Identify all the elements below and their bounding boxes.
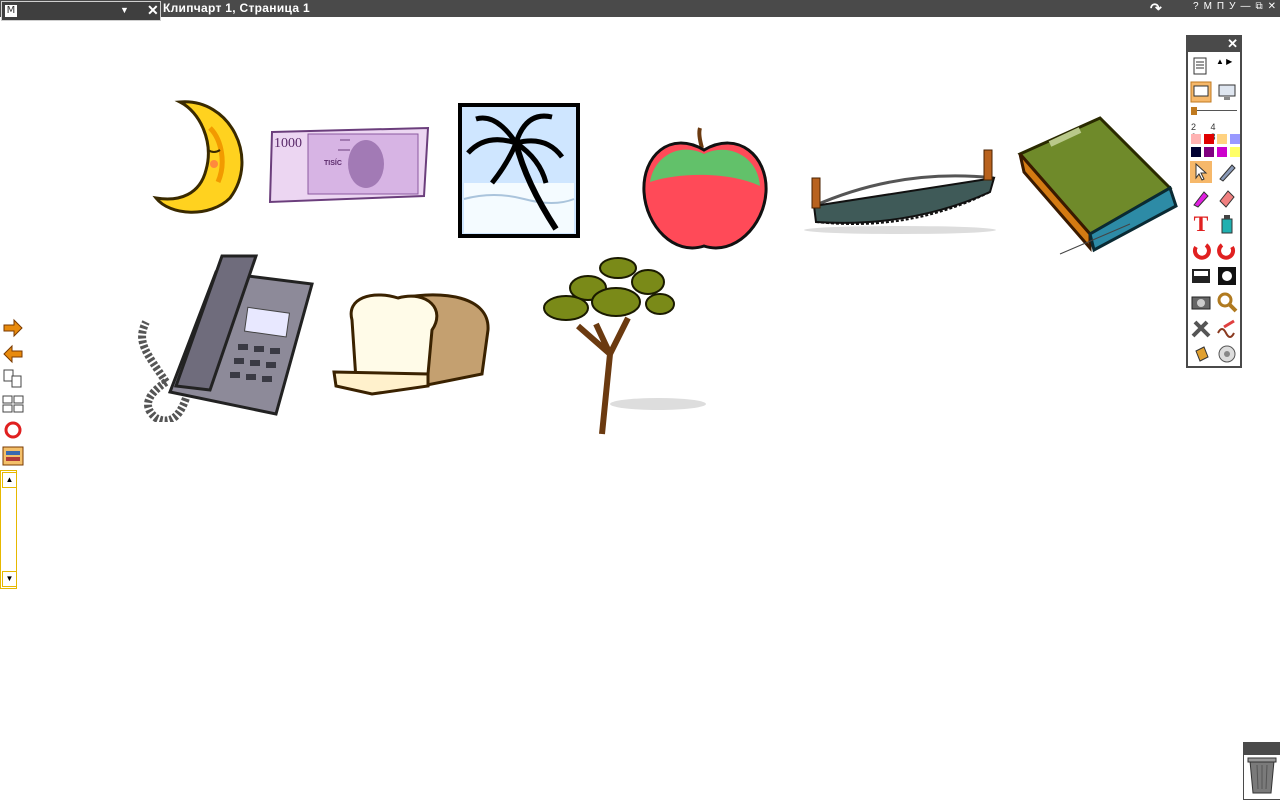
arrow-right-icon[interactable] [2, 318, 24, 338]
saw-clipart[interactable] [800, 148, 1004, 234]
screen-icon[interactable] [1216, 81, 1238, 103]
recorder-icon[interactable] [1216, 343, 1238, 365]
telephone-clipart[interactable] [126, 252, 316, 422]
chevron-down-icon[interactable]: ▼ [120, 5, 129, 15]
page-scrollbar[interactable]: ▲ ▼ [0, 470, 17, 589]
reveal-icon[interactable] [1190, 265, 1212, 287]
p-button[interactable]: П [1217, 1, 1224, 12]
undo-icon[interactable] [1190, 239, 1212, 261]
trash-bin[interactable] [1243, 742, 1280, 800]
opacity-slider[interactable] [1191, 107, 1237, 117]
moon-clipart[interactable] [150, 98, 252, 216]
insert-page-icon[interactable] [2, 368, 24, 388]
banknote-clipart[interactable]: 1000 TISÍC [268, 126, 432, 204]
palm-picture-clipart[interactable] [458, 103, 580, 238]
title-bar: Клипчарт 1, Страница 1 ↷ ? М П У — ⧉ ✕ [0, 0, 1280, 17]
tree-clipart[interactable] [538, 254, 708, 438]
color-swatch-lavender[interactable] [1230, 134, 1240, 144]
arrow-left-icon[interactable] [2, 344, 24, 364]
color-swatch-purple[interactable] [1204, 147, 1214, 157]
apple-clipart[interactable] [640, 126, 770, 256]
page-title: Клипчарт 1, Страница 1 [163, 1, 310, 15]
color-swatch-pink[interactable] [1191, 134, 1201, 144]
refresh-icon[interactable] [2, 420, 24, 440]
scroll-up-button[interactable]: ▲ [2, 472, 17, 488]
page-sorter-icon[interactable] [2, 394, 24, 414]
window-controls: ? М П У — ⧉ ✕ [1193, 1, 1276, 12]
help-button[interactable]: ? [1193, 1, 1199, 12]
color-swatch-peach[interactable] [1217, 134, 1227, 144]
camera-icon[interactable] [1190, 291, 1212, 313]
book-clipart[interactable] [1010, 114, 1178, 262]
m-button[interactable]: М [1204, 1, 1212, 12]
color-swatch-yellow[interactable] [1230, 147, 1240, 157]
paint-bucket-icon[interactable] [1190, 343, 1212, 365]
pen-icon[interactable] [1216, 161, 1238, 183]
resource-library-icon[interactable] [2, 446, 24, 466]
main-toolbox: ✕ ▲ ▶ 2 4 6 8 T [1186, 35, 1242, 368]
color-swatch-navy[interactable] [1191, 147, 1201, 157]
color-swatch-red[interactable] [1204, 134, 1214, 144]
close-icon[interactable]: ✕ [1227, 36, 1238, 52]
desktop-mode-icon[interactable] [1190, 81, 1212, 103]
app-icon: M [5, 5, 17, 17]
banknote-label: TISÍC [324, 160, 342, 167]
select-arrow-icon[interactable] [1190, 161, 1212, 183]
close-button[interactable]: ✕ [1268, 1, 1276, 12]
magnifier-icon[interactable] [1216, 291, 1238, 313]
highlighter-icon[interactable] [1190, 187, 1212, 209]
trash-header [1244, 743, 1280, 755]
minimize-button[interactable]: — [1240, 1, 1250, 12]
page-icon[interactable] [1190, 55, 1212, 77]
handwriting-icon[interactable] [1216, 317, 1238, 339]
banknote-denomination: 1000 [274, 136, 302, 151]
bread-clipart[interactable] [332, 290, 492, 398]
page-nav[interactable]: ▲ ▶ [1216, 57, 1232, 66]
u-button[interactable]: У [1229, 1, 1235, 12]
redo-icon[interactable] [1216, 239, 1238, 261]
redo-icon[interactable]: ↷ [1150, 0, 1162, 17]
fill-tool-icon[interactable] [1216, 213, 1238, 235]
toolbox-header[interactable]: ✕ [1188, 36, 1240, 52]
flipchart-selector[interactable]: M ▼ ✕ [1, 1, 161, 21]
tools-icon[interactable] [1190, 317, 1212, 339]
spotlight-icon[interactable] [1216, 265, 1238, 287]
trash-can-icon[interactable] [1244, 755, 1280, 797]
text-tool-icon[interactable]: T [1190, 213, 1212, 235]
eraser-icon[interactable] [1216, 187, 1238, 209]
color-swatch-magenta[interactable] [1217, 147, 1227, 157]
scroll-down-button[interactable]: ▼ [2, 571, 17, 587]
restore-button[interactable]: ⧉ [1255, 1, 1262, 12]
close-icon[interactable]: ✕ [147, 2, 159, 19]
